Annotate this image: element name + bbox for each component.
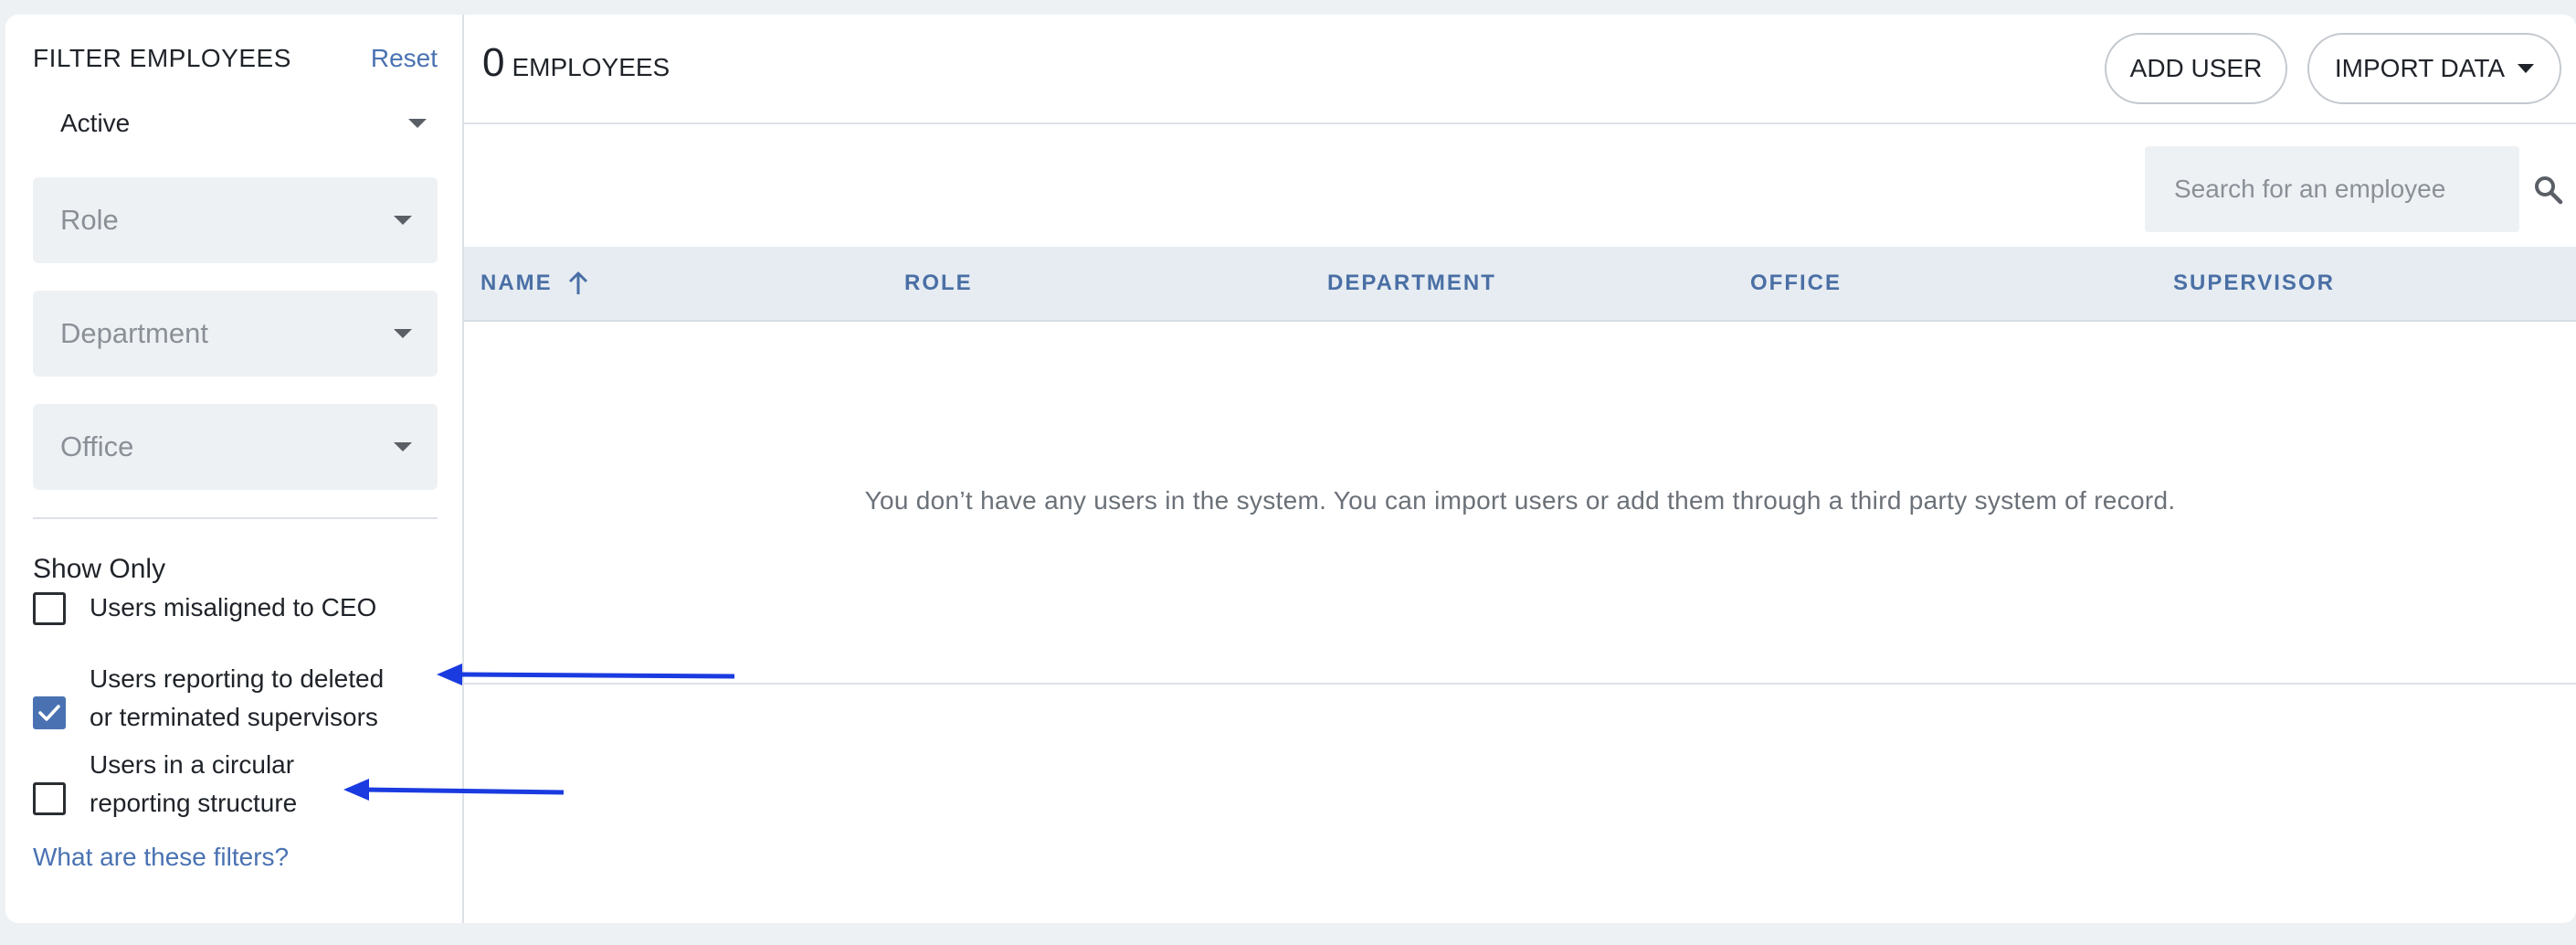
filter-deleted-supervisors[interactable]: Users reporting to deleted or terminated… [33, 660, 400, 737]
column-header-department[interactable]: DEPARTMENT [1327, 247, 1496, 320]
add-user-button[interactable]: ADD USER [2105, 33, 2287, 104]
filter-sidebar: FILTER EMPLOYEES Reset Active Role Depar… [5, 15, 464, 923]
check-icon [38, 705, 60, 721]
office-select-placeholder: Office [60, 430, 134, 462]
table-header: NAME ROLE DEPARTMENT OFFICE SUPERVISOR [464, 247, 2576, 322]
sort-ascending-icon [568, 271, 587, 294]
column-header-office[interactable]: OFFICE [1750, 247, 1842, 320]
role-select[interactable]: Role [33, 177, 438, 263]
chevron-down-icon [394, 329, 412, 338]
show-only-heading: Show Only [33, 554, 166, 584]
employee-count: 0 EMPLOYEES [482, 40, 670, 86]
office-select[interactable]: Office [33, 404, 438, 490]
empty-state-message: You don’t have any users in the system. … [864, 486, 2176, 515]
department-select-placeholder: Department [60, 317, 208, 349]
checkbox-label: Users in a circular reporting structure [90, 750, 298, 817]
search-icon[interactable] [2532, 174, 2565, 207]
column-header-name[interactable]: NAME [480, 247, 591, 320]
column-header-role[interactable]: ROLE [904, 247, 973, 320]
employee-count-value: 0 [482, 40, 505, 85]
divider [33, 517, 438, 519]
department-select[interactable]: Department [33, 291, 438, 377]
column-header-label: ROLE [904, 271, 973, 295]
import-data-button-label: IMPORT DATA [2334, 54, 2506, 82]
filter-header: FILTER EMPLOYEES Reset [33, 44, 438, 73]
employee-list: 0 EMPLOYEES ADD USER IMPORT DATA NAME [464, 15, 2576, 923]
column-header-label: SUPERVISOR [2173, 271, 2335, 295]
import-data-button[interactable]: IMPORT DATA [2307, 33, 2561, 104]
filter-circular-reporting[interactable]: Users in a circular reporting structure [33, 746, 354, 823]
checkbox[interactable] [33, 592, 66, 625]
divider [464, 122, 2576, 124]
chevron-down-icon [394, 442, 412, 451]
status-select[interactable]: Active [33, 99, 438, 148]
divider [464, 683, 2576, 685]
checkbox-checked[interactable] [33, 696, 66, 729]
filter-title: FILTER EMPLOYEES [33, 44, 291, 72]
search-input[interactable] [2145, 146, 2519, 232]
reset-link[interactable]: Reset [371, 44, 438, 73]
column-header-label: OFFICE [1750, 271, 1842, 295]
checkbox-label: Users reporting to deleted or terminated… [90, 664, 385, 731]
add-user-button-label: ADD USER [2129, 54, 2263, 82]
status-select-value: Active [60, 109, 131, 137]
filter-misaligned-ceo[interactable]: Users misaligned to CEO [33, 592, 400, 627]
role-select-placeholder: Role [60, 204, 119, 236]
employees-panel: FILTER EMPLOYEES Reset Active Role Depar… [5, 15, 2576, 923]
checkbox-label: Users misaligned to CEO [90, 593, 377, 621]
caret-down-icon [2518, 64, 2535, 73]
filters-help-link[interactable]: What are these filters? [33, 843, 289, 872]
chevron-down-icon [408, 119, 427, 128]
checkbox[interactable] [33, 782, 66, 815]
chevron-down-icon [394, 216, 412, 225]
employee-count-label: EMPLOYEES [512, 53, 670, 81]
column-header-supervisor[interactable]: SUPERVISOR [2173, 247, 2335, 320]
column-header-label: NAME [480, 271, 553, 295]
column-header-label: DEPARTMENT [1327, 271, 1496, 295]
